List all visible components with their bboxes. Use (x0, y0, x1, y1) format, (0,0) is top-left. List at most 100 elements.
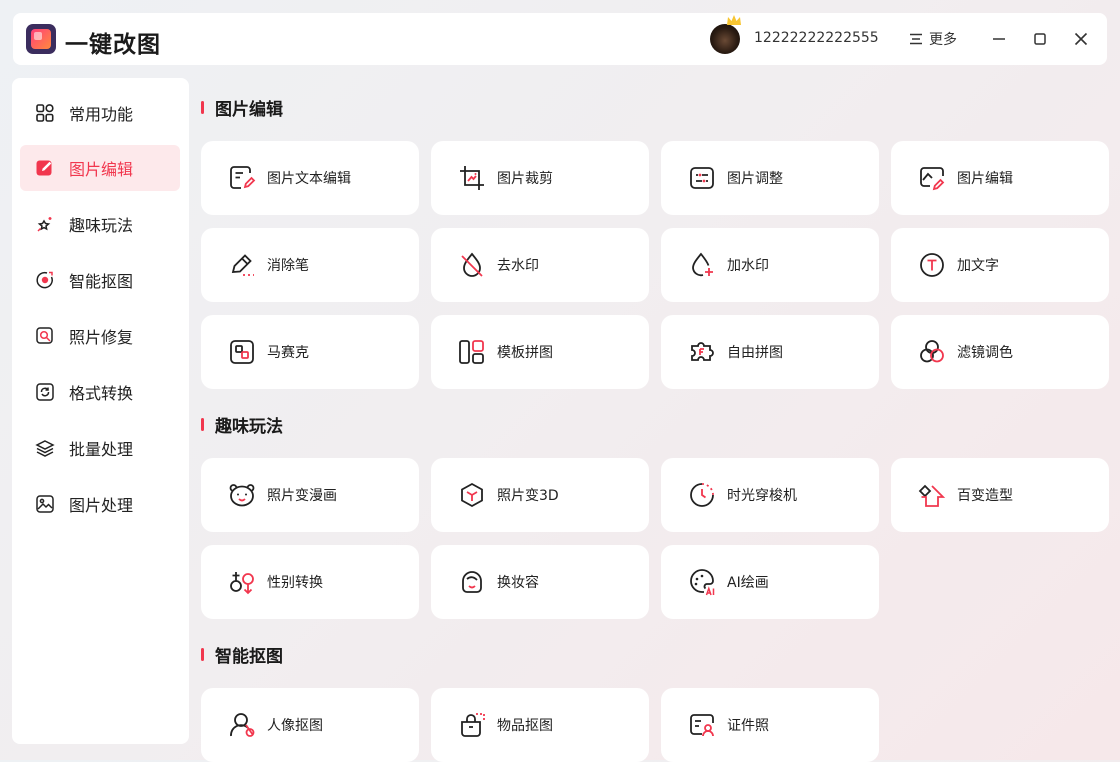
tool-card-label: 去水印 (497, 258, 539, 274)
tool-card-adjust[interactable]: 图片调整 (661, 141, 879, 215)
tool-card-filter[interactable]: 滤镜调色 (891, 315, 1109, 389)
tool-card-makeup[interactable]: 换妆容 (431, 545, 649, 619)
sidebar-item-label: 格式转换 (69, 384, 134, 403)
minimize-button[interactable] (987, 27, 1011, 51)
tool-card-time-machine[interactable]: 时光穿梭机 (661, 458, 879, 532)
title-bar: 一键改图 12222222222555 更多 (13, 13, 1107, 65)
tool-card-mosaic[interactable]: 马赛克 (201, 315, 419, 389)
tool-card-remove-watermark[interactable]: 去水印 (431, 228, 649, 302)
section-marker (201, 101, 204, 114)
app-logo-icon (25, 23, 57, 55)
adjust-icon (688, 164, 716, 192)
tool-card-style-change[interactable]: 百变造型 (891, 458, 1109, 532)
tool-card-label: 图片文本编辑 (267, 171, 351, 187)
sidebar-item-image-edit[interactable]: 图片编辑 (20, 145, 180, 191)
tool-card-add-text[interactable]: 加文字 (891, 228, 1109, 302)
add-text-icon (918, 251, 946, 279)
target-icon (35, 270, 55, 290)
sidebar-item-format-convert[interactable]: 格式转换 (20, 369, 180, 415)
tool-card-ai-painting[interactable]: AI绘画 (661, 545, 879, 619)
tool-card-object-cutout[interactable]: 物品抠图 (431, 688, 649, 762)
sidebar-item-label: 批量处理 (69, 440, 134, 459)
sidebar-item-label: 智能抠图 (69, 272, 134, 291)
tool-card-portrait-cutout[interactable]: 人像抠图 (201, 688, 419, 762)
tool-card-label: 马赛克 (267, 345, 309, 361)
tool-card-label: 图片调整 (727, 171, 783, 187)
tool-card-label: 时光穿梭机 (727, 488, 797, 504)
sidebar-item-image-process[interactable]: 图片处理 (20, 481, 180, 527)
avatar[interactable] (710, 24, 740, 54)
tool-card-label: 物品抠图 (497, 718, 553, 734)
sidebar-item-label: 常用功能 (69, 105, 134, 124)
tool-card-label: 加文字 (957, 258, 999, 274)
shape-icon (918, 481, 946, 509)
add-watermark-icon (688, 251, 716, 279)
sidebar-item-label: 图片处理 (69, 496, 134, 515)
image-icon (35, 494, 55, 514)
tool-card-add-watermark[interactable]: 加水印 (661, 228, 879, 302)
filter-icon (918, 338, 946, 366)
tool-card-eraser-pen[interactable]: 消除笔 (201, 228, 419, 302)
tool-card-label: 性别转换 (267, 575, 323, 591)
crop-icon (458, 164, 486, 192)
maximize-button[interactable] (1028, 27, 1052, 51)
sidebar-item-photo-repair[interactable]: 照片修复 (20, 313, 180, 359)
app-title: 一键改图 (65, 32, 161, 58)
tool-card-image-edit[interactable]: 图片编辑 (891, 141, 1109, 215)
sidebar-item-label: 趣味玩法 (69, 216, 134, 235)
tool-card-template-collage[interactable]: 模板拼图 (431, 315, 649, 389)
more-label: 更多 (929, 32, 957, 48)
sidebar-item-batch[interactable]: 批量处理 (20, 425, 180, 471)
sidebar-item-smart-cutout[interactable]: 智能抠图 (20, 257, 180, 303)
image-edit-icon (918, 164, 946, 192)
sidebar-item-label: 图片编辑 (69, 160, 134, 179)
section-title-smart-cutout: 智能抠图 (201, 642, 283, 667)
tool-card-crop[interactable]: 图片裁剪 (431, 141, 649, 215)
tool-card-photo-to-3d[interactable]: 照片变3D (431, 458, 649, 532)
tool-card-id-photo[interactable]: 证件照 (661, 688, 879, 762)
convert-icon (35, 382, 55, 402)
crown-icon (726, 14, 742, 26)
tool-card-label: 自由拼图 (727, 345, 783, 361)
clock-icon (688, 481, 716, 509)
eraser-pen-icon (228, 251, 256, 279)
bear-face-icon (228, 481, 256, 509)
gender-icon (228, 568, 256, 596)
image-text-edit-icon (228, 164, 256, 192)
mosaic-icon (228, 338, 256, 366)
section-title-text: 智能抠图 (215, 647, 283, 667)
tool-card-label: 百变造型 (957, 488, 1013, 504)
section-title-fun: 趣味玩法 (201, 412, 283, 437)
section-title-image-edit: 图片编辑 (201, 95, 283, 120)
tool-card-label: 滤镜调色 (957, 345, 1013, 361)
tool-card-label: 证件照 (727, 718, 769, 734)
sidebar-item-fun[interactable]: 趣味玩法 (20, 201, 180, 247)
close-button[interactable] (1069, 27, 1093, 51)
puzzle-icon (688, 338, 716, 366)
template-collage-icon (458, 338, 486, 366)
section-marker (201, 648, 204, 661)
tool-card-label: 消除笔 (267, 258, 309, 274)
sidebar-item-common[interactable]: 常用功能 (20, 90, 180, 136)
edit-icon (35, 158, 55, 178)
tool-card-image-text-edit[interactable]: 图片文本编辑 (201, 141, 419, 215)
more-menu-button[interactable]: 更多 (909, 29, 957, 49)
tool-card-gender-swap[interactable]: 性别转换 (201, 545, 419, 619)
tool-card-label: 照片变3D (497, 488, 559, 504)
section-marker (201, 418, 204, 431)
tool-card-photo-to-comic[interactable]: 照片变漫画 (201, 458, 419, 532)
grid-icon (35, 103, 55, 123)
repair-search-icon (35, 326, 55, 346)
tool-card-label: 换妆容 (497, 575, 539, 591)
user-id[interactable]: 12222222222555 (754, 30, 879, 46)
bag-cutout-icon (458, 711, 486, 739)
id-photo-icon (688, 711, 716, 739)
tool-card-label: 模板拼图 (497, 345, 553, 361)
section-title-text: 图片编辑 (215, 100, 283, 120)
makeup-face-icon (458, 568, 486, 596)
cube-icon (458, 481, 486, 509)
sidebar-item-label: 照片修复 (69, 328, 134, 347)
tool-card-free-collage[interactable]: 自由拼图 (661, 315, 879, 389)
remove-watermark-icon (458, 251, 486, 279)
tool-card-label: 图片裁剪 (497, 171, 553, 187)
